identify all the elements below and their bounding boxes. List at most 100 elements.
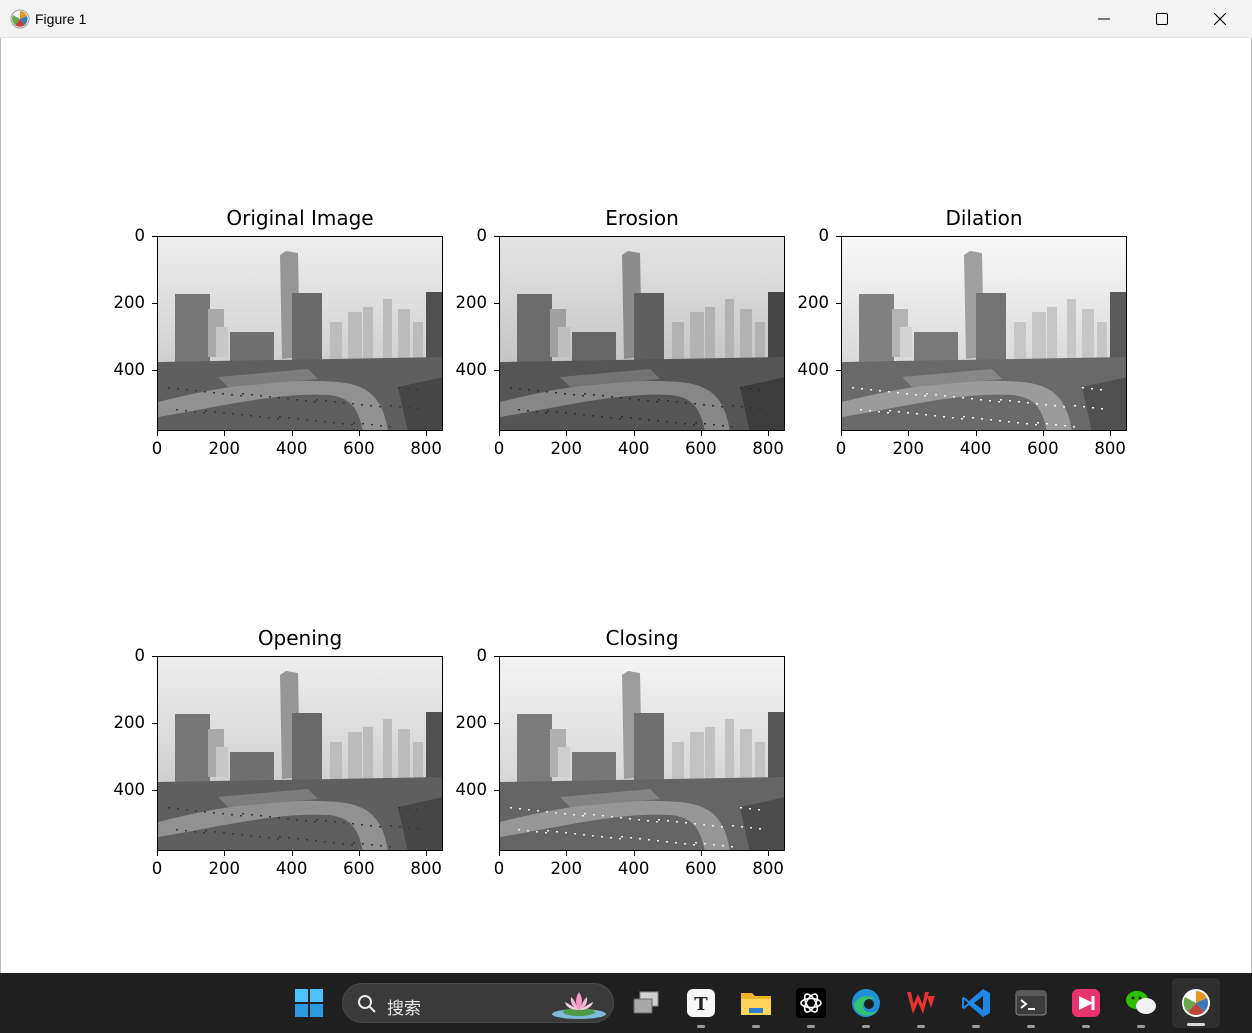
x-tick-label: 400 — [275, 859, 308, 878]
x-tick-mark — [975, 431, 977, 436]
lotus-icon — [552, 992, 606, 1019]
x-tick-mark — [1110, 431, 1112, 436]
y-tick-mark — [152, 370, 157, 372]
terminal-icon — [1015, 990, 1047, 1016]
subplot-title: Original Image — [226, 206, 374, 230]
chatgpt-button[interactable] — [793, 985, 829, 1028]
x-tick-mark — [841, 431, 842, 436]
subplot-title: Dilation — [945, 206, 1023, 230]
x-tick-label: 600 — [685, 439, 717, 458]
running-indicator — [807, 1025, 815, 1028]
y-tick-mark — [494, 236, 499, 237]
running-indicator — [1082, 1025, 1090, 1028]
y-tick-mark — [152, 303, 157, 305]
y-tick-mark — [152, 236, 157, 237]
y-tick-label: 200 — [455, 293, 488, 313]
subplot-title: Erosion — [605, 206, 679, 230]
image-axes[interactable] — [157, 656, 443, 851]
matplotlib-icon — [10, 9, 30, 29]
x-tick-label: 400 — [617, 859, 650, 878]
y-tick-mark — [836, 303, 841, 305]
running-indicator — [972, 1025, 980, 1028]
wps-button[interactable] — [903, 985, 939, 1028]
city-skyline-image — [500, 657, 784, 850]
running-indicator — [1027, 1025, 1035, 1028]
file-explorer-icon — [741, 993, 771, 1015]
media-app-icon — [1072, 989, 1100, 1017]
y-tick-label: 400 — [455, 360, 488, 380]
task-view-button[interactable] — [628, 985, 664, 1021]
taskbar-search[interactable]: 搜索 — [342, 983, 614, 1023]
x-tick-label: 200 — [208, 439, 241, 458]
running-indicator — [1137, 1025, 1145, 1028]
y-tick-label: 0 — [476, 646, 488, 665]
vscode-button[interactable] — [958, 985, 994, 1028]
close-button[interactable] — [1191, 0, 1249, 38]
x-tick-mark — [908, 431, 910, 436]
media-app-button[interactable] — [1068, 985, 1104, 1028]
window-title: Figure 1 — [35, 11, 87, 27]
image-axes[interactable] — [499, 236, 785, 431]
y-tick-label: 400 — [113, 360, 146, 380]
vscode-icon — [962, 989, 990, 1017]
active-indicator — [1187, 1023, 1205, 1026]
x-tick-mark — [1042, 431, 1044, 436]
y-tick-mark — [836, 236, 841, 237]
image-axes[interactable] — [499, 656, 785, 851]
x-tick-label: 200 — [892, 439, 925, 458]
x-tick-mark — [566, 431, 568, 436]
window-titlebar[interactable]: Figure 1 — [0, 0, 1252, 38]
typora-icon: T — [687, 989, 715, 1017]
x-tick-mark — [700, 851, 702, 856]
x-tick-label: 400 — [275, 439, 308, 458]
y-tick-label: 200 — [455, 713, 488, 733]
subplot-title: Opening — [257, 626, 343, 650]
maximize-button[interactable] — [1133, 0, 1191, 38]
y-tick-mark — [152, 723, 157, 725]
taskbar: 搜索 T — [0, 973, 1252, 1033]
x-tick-label: 0 — [493, 439, 505, 458]
x-tick-mark — [633, 431, 635, 436]
x-tick-mark — [224, 851, 226, 856]
x-tick-label: 400 — [617, 439, 650, 458]
wechat-button[interactable] — [1123, 985, 1159, 1028]
y-tick-mark — [836, 370, 841, 372]
x-tick-mark — [768, 851, 770, 856]
x-tick-mark — [426, 851, 428, 856]
terminal-button[interactable] — [1013, 985, 1049, 1028]
x-tick-label: 0 — [151, 439, 163, 458]
subplot-title: Closing — [605, 626, 679, 650]
x-tick-mark — [157, 851, 158, 856]
y-tick-label: 400 — [113, 780, 146, 800]
y-tick-label: 200 — [113, 713, 146, 733]
x-tick-label: 600 — [343, 859, 375, 878]
x-tick-mark — [224, 431, 226, 436]
running-indicator — [917, 1025, 925, 1028]
city-skyline-image — [158, 237, 442, 430]
image-axes[interactable] — [841, 236, 1127, 431]
running-indicator — [862, 1025, 870, 1028]
x-tick-label: 800 — [752, 439, 784, 458]
image-axes[interactable] — [157, 236, 443, 431]
y-tick-mark — [494, 790, 499, 792]
edge-icon — [852, 989, 880, 1017]
minimize-icon — [1098, 18, 1110, 20]
y-tick-label: 200 — [797, 293, 830, 313]
start-button[interactable] — [291, 985, 327, 1021]
x-tick-label: 800 — [410, 859, 442, 878]
matplotlib-taskbar-button[interactable] — [1172, 978, 1220, 1028]
x-tick-label: 600 — [685, 859, 717, 878]
file-explorer-button[interactable] — [738, 985, 774, 1028]
x-tick-label: 0 — [151, 859, 163, 878]
search-placeholder: 搜索 — [387, 999, 421, 1019]
y-tick-label: 0 — [818, 226, 830, 245]
minimize-button[interactable] — [1075, 0, 1133, 38]
y-tick-mark — [152, 790, 157, 792]
y-tick-label: 400 — [455, 780, 488, 800]
running-indicator — [697, 1025, 705, 1028]
task-view-icon — [633, 991, 659, 1014]
typora-button[interactable]: T — [683, 985, 719, 1028]
maximize-icon — [1156, 13, 1168, 25]
x-tick-label: 0 — [493, 859, 505, 878]
edge-button[interactable] — [848, 985, 884, 1028]
